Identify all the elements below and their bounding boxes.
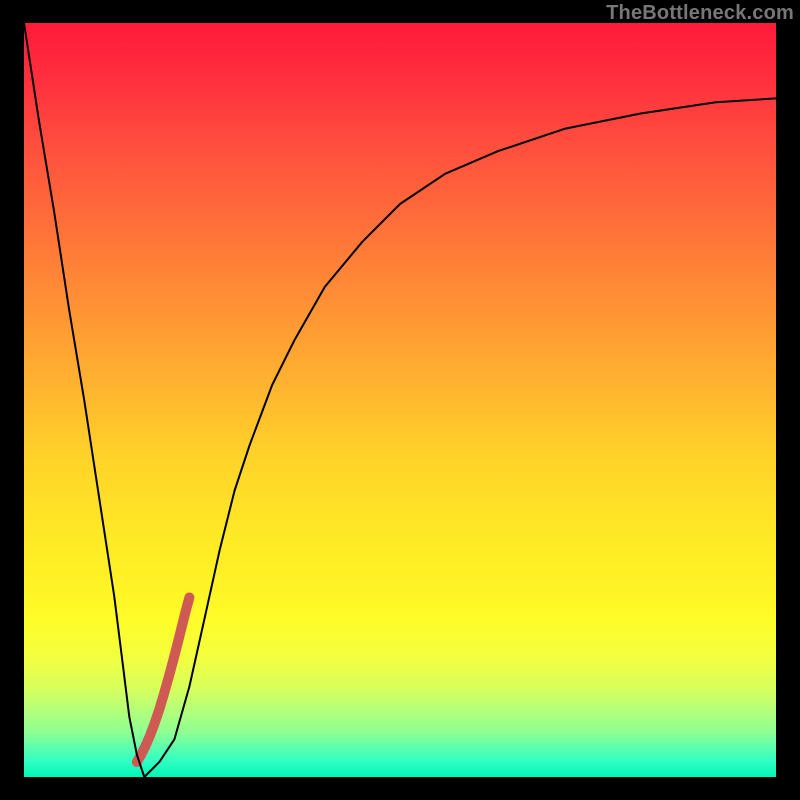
highlight-path [137, 598, 190, 762]
plot-area [24, 23, 776, 777]
highlight-series [137, 598, 190, 762]
curve-path [24, 23, 776, 777]
watermark-text: TheBottleneck.com [606, 2, 794, 25]
curve-series [24, 23, 776, 777]
chart-svg [24, 23, 776, 777]
chart-frame: TheBottleneck.com [0, 0, 800, 800]
